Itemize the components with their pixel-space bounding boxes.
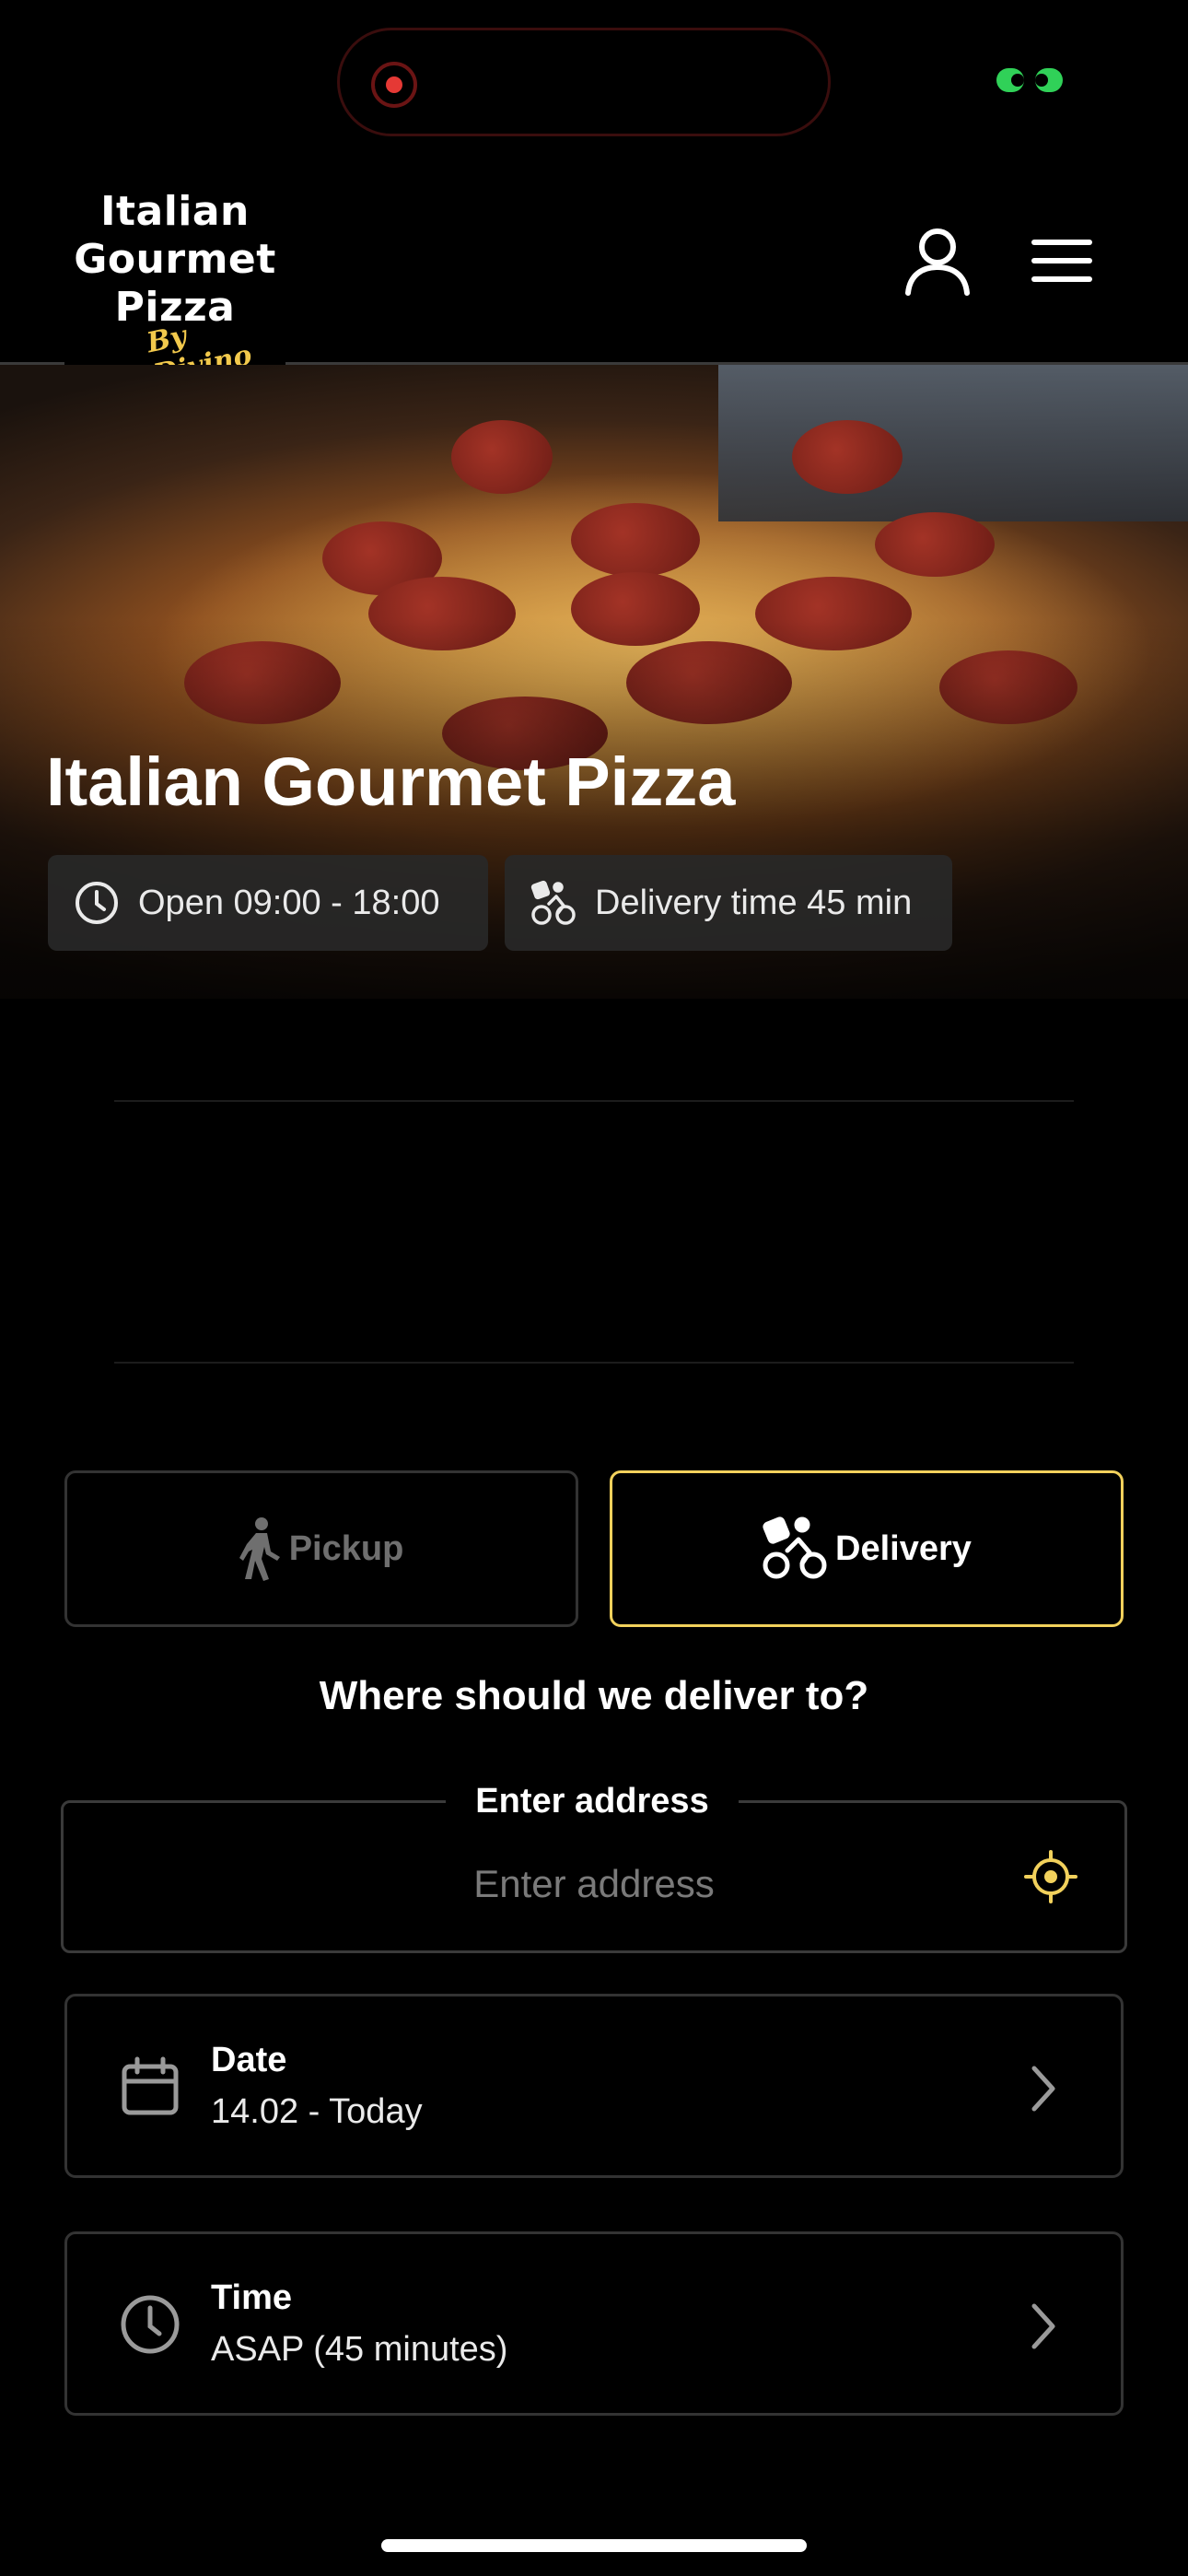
hero-banner: Italian Gourmet Pizza Open 09:00 - 18:00… — [0, 365, 1188, 999]
user-account-icon[interactable] — [903, 227, 973, 297]
hamburger-menu-icon[interactable] — [1031, 238, 1092, 284]
locate-me-icon[interactable] — [1024, 1850, 1077, 1903]
time-selector[interactable]: Time ASAP (45 minutes) — [64, 2231, 1124, 2416]
date-selector[interactable]: Date 14.02 - Today — [64, 1994, 1124, 2178]
chevron-right-icon — [1031, 2066, 1055, 2112]
link-icon — [996, 68, 1063, 92]
clock-icon — [121, 2295, 180, 2354]
address-field-label: Enter address — [446, 1778, 739, 1824]
delivery-bike-icon — [530, 880, 576, 925]
walking-person-icon — [239, 1517, 280, 1581]
chevron-right-icon — [1031, 2303, 1055, 2349]
brand-logo[interactable]: Italian Gourmet Pizza By Divino — [64, 175, 285, 392]
clock-icon — [76, 882, 118, 924]
logo-line-1: Italian — [100, 188, 250, 235]
section-divider — [114, 1362, 1074, 1364]
section-divider — [114, 1100, 1074, 1102]
date-value: 14.02 - Today — [211, 2092, 423, 2131]
delivery-time-chip: Delivery time 45 min — [505, 855, 952, 951]
delivery-option-button[interactable]: Delivery — [610, 1470, 1124, 1627]
time-value: ASAP (45 minutes) — [211, 2330, 508, 2369]
delivery-bike-icon — [763, 1516, 827, 1579]
status-bar — [0, 0, 1188, 157]
app-header: Italian Gourmet Pizza By Divino — [0, 157, 1188, 392]
screen-recording-icon — [371, 62, 417, 108]
restaurant-title: Italian Gourmet Pizza — [46, 744, 736, 820]
pickup-option-label: Pickup — [288, 1528, 404, 1568]
calendar-icon — [122, 2056, 179, 2115]
pickup-option-button[interactable]: Pickup — [64, 1470, 578, 1627]
time-title: Time — [211, 2278, 293, 2317]
address-input[interactable] — [184, 1852, 1004, 1916]
logo-line-2: Gourmet — [74, 236, 276, 283]
date-title: Date — [211, 2041, 287, 2079]
home-indicator[interactable] — [381, 2539, 807, 2552]
delivery-time-text: Delivery time 45 min — [595, 883, 913, 922]
opening-hours-chip: Open 09:00 - 18:00 — [48, 855, 488, 951]
delivery-option-label: Delivery — [835, 1528, 972, 1568]
dynamic-island — [337, 28, 831, 136]
opening-hours-text: Open 09:00 - 18:00 — [138, 883, 440, 922]
delivery-question: Where should we deliver to? — [319, 1673, 869, 1718]
